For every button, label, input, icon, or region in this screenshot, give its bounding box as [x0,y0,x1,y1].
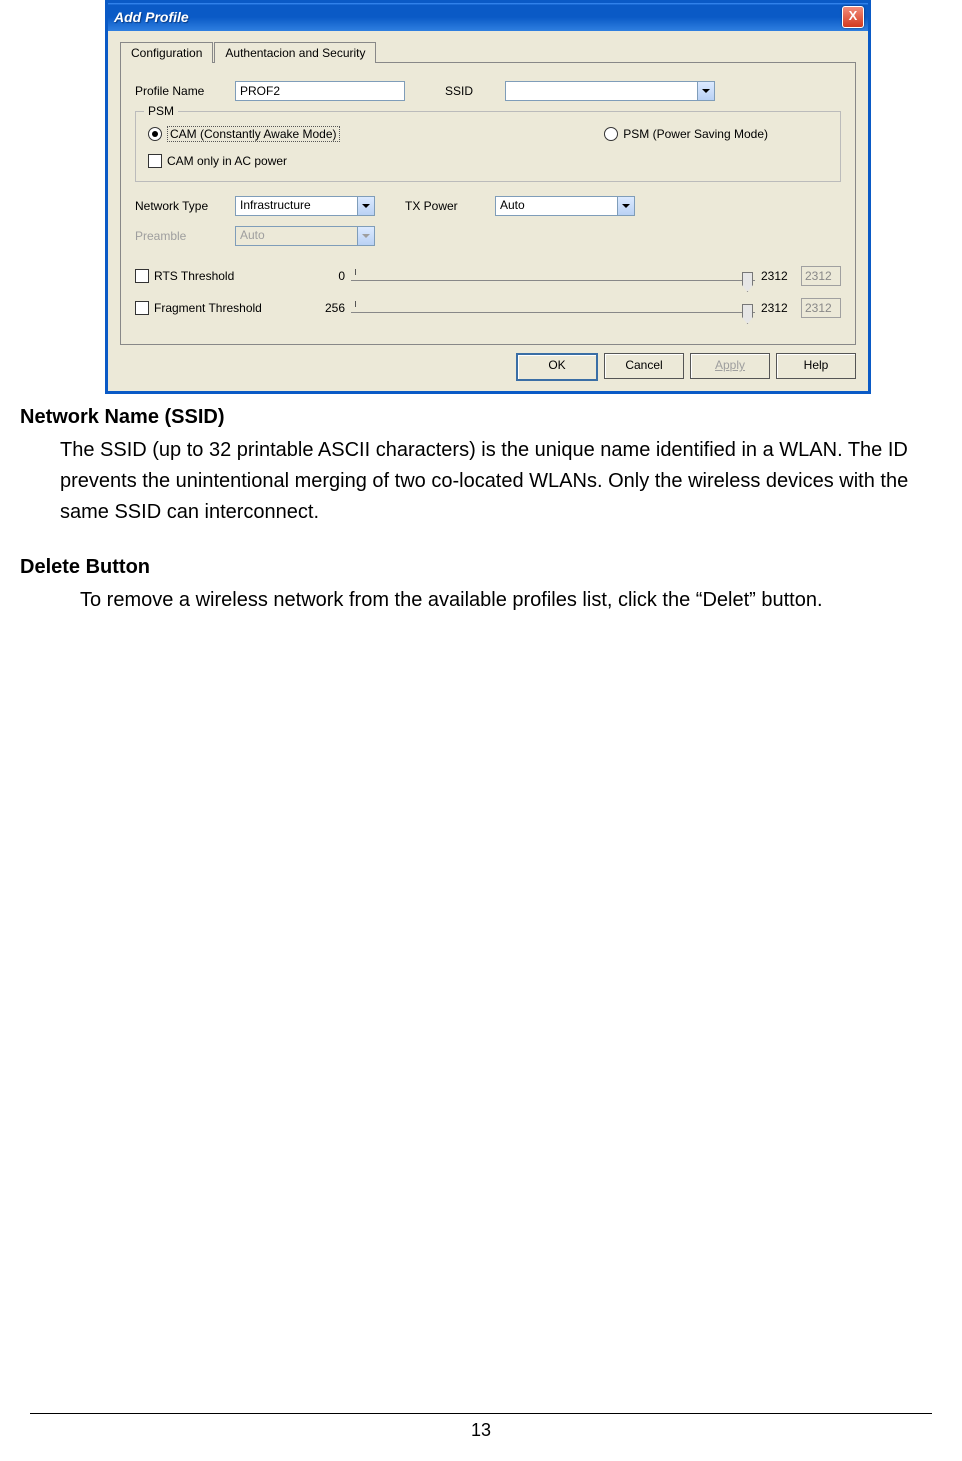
frag-slider[interactable] [351,298,755,318]
frag-value [801,298,841,318]
preamble-combo: Auto [235,226,375,246]
rts-max: 2312 [761,269,801,283]
rts-slider[interactable] [351,266,755,286]
psm-group-title: PSM [144,104,178,118]
checkbox-cam-ac[interactable]: CAM only in AC power [148,154,287,168]
apply-button: Apply [690,353,770,379]
frag-max: 2312 [761,301,801,315]
page-footer: 13 [30,1413,932,1441]
rts-label: RTS Threshold [154,269,234,283]
frag-label: Fragment Threshold [154,301,262,315]
checkbox-icon[interactable] [135,301,149,315]
checkbox-icon[interactable] [135,269,149,283]
close-icon[interactable]: X [842,6,864,28]
tab-configuration[interactable]: Configuration [120,42,213,63]
heading-delete: Delete Button [20,552,942,583]
slider-thumb-icon[interactable] [742,304,753,324]
ssid-combo[interactable] [505,81,715,101]
rts-value [801,266,841,286]
paragraph-delete: To remove a wireless network from the av… [80,585,942,616]
profile-name-input[interactable] [235,81,405,101]
cancel-button[interactable]: Cancel [604,353,684,379]
radio-cam[interactable]: CAM (Constantly Awake Mode) [148,126,340,142]
tx-power-label: TX Power [405,199,495,213]
paragraph-ssid: The SSID (up to 32 printable ASCII chara… [60,435,942,528]
radio-icon [148,127,162,141]
slider-thumb-icon[interactable] [742,272,753,292]
chevron-down-icon[interactable] [697,82,714,100]
radio-psm[interactable]: PSM (Power Saving Mode) [604,126,768,142]
chevron-down-icon [357,227,374,245]
ssid-label: SSID [445,84,505,98]
add-profile-dialog: Add Profile X Configuration Authentacion… [105,0,871,394]
document-body: Network Name (SSID) The SSID (up to 32 p… [0,402,962,616]
radio-icon [604,127,618,141]
tab-auth-security[interactable]: Authentacion and Security [214,42,376,63]
help-button[interactable]: Help [776,353,856,379]
rts-min: 0 [300,269,345,283]
heading-ssid: Network Name (SSID) [20,402,942,433]
preamble-label: Preamble [135,229,235,243]
titlebar[interactable]: Add Profile X [108,3,868,31]
network-type-label: Network Type [135,199,235,213]
ok-button[interactable]: OK [516,353,598,381]
chevron-down-icon[interactable] [357,197,374,215]
chevron-down-icon[interactable] [617,197,634,215]
tx-power-combo[interactable]: Auto [495,196,635,216]
network-type-combo[interactable]: Infrastructure [235,196,375,216]
window-title: Add Profile [114,9,189,25]
psm-group: PSM CAM (Constantly Awake Mode) PSM (Pow… [135,111,841,182]
checkbox-icon [148,154,162,168]
page-number: 13 [471,1420,491,1440]
profile-name-label: Profile Name [135,84,235,98]
frag-min: 256 [300,301,345,315]
